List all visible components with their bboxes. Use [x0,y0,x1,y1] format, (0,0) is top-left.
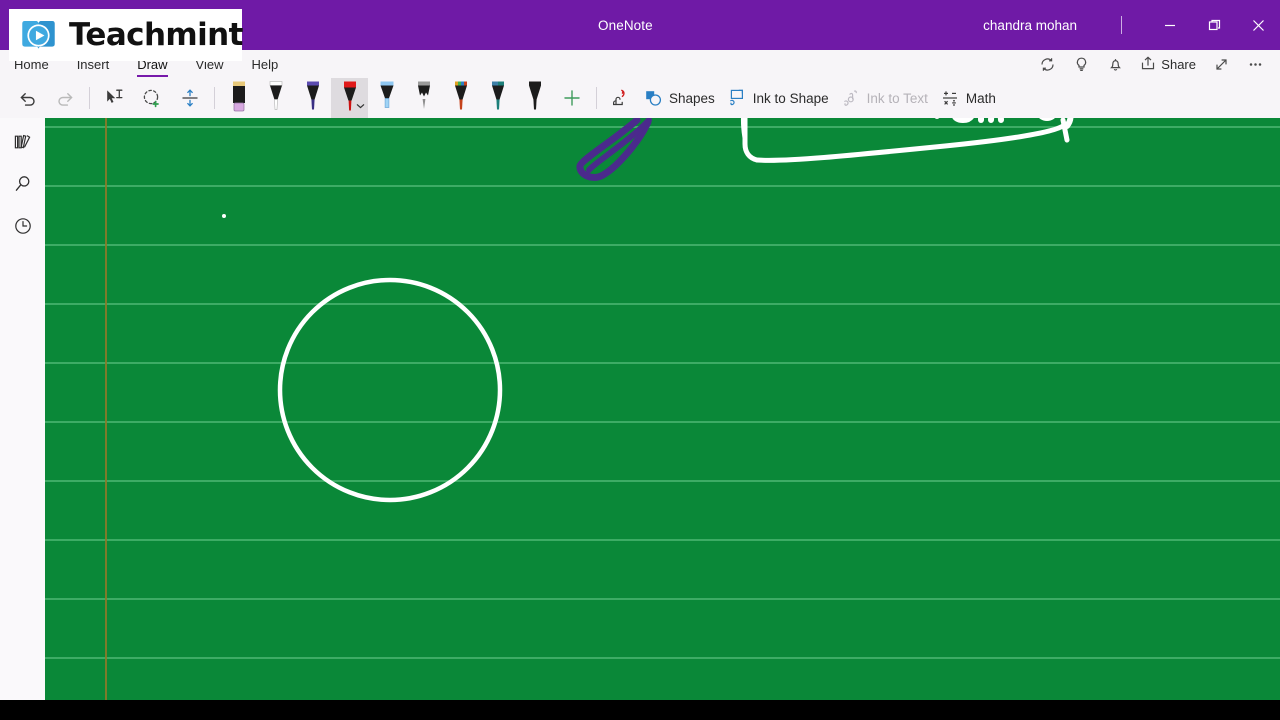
ink-dot [222,214,226,218]
sync-icon[interactable] [1030,50,1064,78]
ellipsis-icon[interactable] [1238,50,1272,78]
redo-button[interactable] [46,81,84,115]
search-icon [15,176,29,191]
highlighter-icon [380,81,393,108]
tab-help[interactable]: Help [238,50,293,78]
ink-to-text-button[interactable]: Ink to Text [837,81,936,115]
ink-to-text-icon [841,88,861,108]
undo-button[interactable] [8,81,46,115]
note-canvas[interactable] [45,118,1280,700]
pen-tool-rainbow[interactable] [442,78,479,118]
pen-icon [269,81,282,110]
pen-icon [454,81,467,110]
ink-stroke-handwriting-top [934,118,1074,129]
pen-icon [528,81,541,110]
close-button[interactable] [1236,0,1280,50]
onenote-window: OneNote chandra mohan Teachmint Home Ins… [0,0,1280,720]
ink-stroke-handwriting [741,118,1070,163]
notebooks-icon [14,134,30,149]
math-icon [940,88,960,108]
sidebar-item-recent[interactable] [6,211,40,241]
ink-to-shape-button[interactable]: Ink to Shape [723,81,837,115]
share-icon [1140,55,1156,74]
sidebar-item-search[interactable] [6,169,40,199]
shapes-icon [644,89,663,108]
pen-icon [491,81,504,110]
toolbar-divider-2 [214,87,215,109]
bottom-bar [0,700,1280,720]
ink-to-shape-label: Ink to Shape [752,90,829,106]
add-pen-button[interactable] [553,81,591,115]
toolbar-divider [89,87,90,109]
draw-toolbar: Shapes Ink to Shape Ink to Text Math [0,78,1280,118]
pen-tool-highlighter-blue[interactable] [368,78,405,118]
share-label: Share [1161,56,1196,72]
insert-space-button[interactable] [171,81,209,115]
ink-replay-button[interactable] [602,81,640,115]
toolbar-divider-3 [596,87,597,109]
pen-tool-white[interactable] [257,78,294,118]
pen-tool-pencil-grey[interactable] [405,78,442,118]
app-title: OneNote [598,17,653,33]
chevron-down-icon[interactable] [356,96,365,114]
lasso-add-button[interactable] [133,81,171,115]
shapes-label: Shapes [669,90,715,106]
ink-shape-circle [277,277,503,503]
pen-tool-indigo[interactable] [294,78,331,118]
shapes-button[interactable]: Shapes [640,81,723,115]
teachmint-wordmark: Teachmint [69,16,243,53]
bell-icon[interactable] [1098,50,1132,78]
math-label: Math [965,90,996,106]
pen-tool-eraser[interactable] [220,78,257,118]
math-button[interactable]: Math [936,81,1004,115]
pen-tool-teal[interactable] [479,78,516,118]
ribbon-right-actions: Share [1030,50,1280,78]
title-bar-divider [1121,16,1122,34]
eraser-icon [232,81,245,112]
ink-to-shape-icon [727,88,747,108]
account-name[interactable]: chandra mohan [983,18,1077,33]
pen-icon [306,81,319,110]
share-button[interactable]: Share [1132,50,1204,78]
pen-tool-red[interactable] [331,78,368,118]
maximize-restore-button[interactable] [1192,0,1236,50]
sidebar-item-notebooks[interactable] [6,127,40,157]
pencil-icon [417,81,430,109]
expand-arrow-icon[interactable] [1204,50,1238,78]
ink-stroke-purple-v [576,118,652,181]
teachmint-book-play-logo-icon [22,20,55,49]
teachmint-logo-overlay: Teachmint [9,9,243,61]
lightbulb-icon[interactable] [1064,50,1098,78]
minimize-button[interactable] [1148,0,1192,50]
ink-layer [277,118,1074,503]
ink-to-text-label: Ink to Text [866,90,928,106]
lasso-select-button[interactable] [95,81,133,115]
clock-icon [14,218,31,234]
pen-tool-black[interactable] [516,78,553,118]
left-navigation-rail [0,118,45,700]
